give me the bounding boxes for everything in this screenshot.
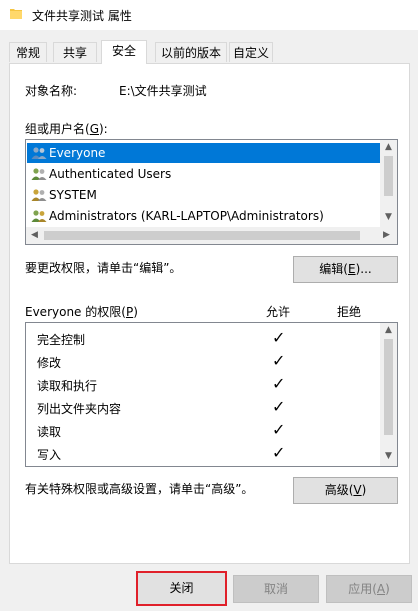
title-bar: 文件共享测试 属性	[0, 0, 418, 30]
allow-check-icon: ✓	[272, 397, 286, 416]
cancel-button[interactable]: 取消	[233, 575, 319, 603]
object-name-label: 对象名称:	[25, 84, 78, 98]
tab-bar: 常规 共享 安全 以前的版本 自定义	[9, 40, 409, 64]
permission-name: 写入	[37, 448, 62, 462]
scrollbar-thumb[interactable]	[384, 339, 393, 435]
scrollbar-thumb[interactable]	[384, 156, 393, 196]
permissions-vertical-scrollbar[interactable]: ▲ ▼	[380, 323, 397, 466]
users-group-icon	[31, 189, 47, 201]
scroll-left-arrow-icon[interactable]: ◀	[26, 230, 43, 240]
permissions-list[interactable]: 完全控制 ✓ 修改 ✓ 读取和执行 ✓ 列出文件夹内容 ✓ 读取 ✓ 写入 ✓ …	[25, 322, 398, 467]
allow-column-header: 允许	[266, 305, 291, 319]
permission-name: 修改	[37, 356, 62, 370]
list-item-user[interactable]: Everyone	[27, 143, 380, 163]
scroll-down-arrow-icon[interactable]: ▼	[380, 451, 397, 461]
permission-name: 完全控制	[37, 333, 86, 347]
scroll-up-arrow-icon[interactable]: ▲	[380, 142, 397, 152]
users-group-icon	[31, 168, 47, 180]
scroll-up-arrow-icon[interactable]: ▲	[380, 325, 397, 335]
permission-name: 读取	[37, 425, 62, 439]
users-horizontal-scrollbar[interactable]: ◀ ▶	[26, 227, 397, 244]
allow-check-icon: ✓	[272, 351, 286, 370]
apply-button[interactable]: 应用(A)	[326, 575, 412, 603]
scroll-right-arrow-icon[interactable]: ▶	[378, 230, 395, 240]
change-permissions-hint: 要更改权限，请单击“编辑”。	[25, 261, 182, 275]
security-panel: 对象名称: E:\文件共享测试 组或用户名(G): Everyone Authe…	[9, 63, 410, 564]
allow-check-icon: ✓	[272, 420, 286, 439]
list-item-user[interactable]: SYSTEM	[27, 185, 380, 205]
users-group-icon	[31, 147, 47, 159]
user-name: Authenticated Users	[49, 167, 172, 181]
tab-security[interactable]: 安全	[101, 40, 147, 64]
group-label: 组或用户名(G):	[25, 122, 108, 136]
advanced-button[interactable]: 高级(V)	[293, 477, 398, 504]
allow-check-icon: ✓	[272, 443, 286, 462]
allow-check-icon: ✓	[272, 328, 286, 347]
allow-check-icon: ✓	[272, 374, 286, 393]
object-name-value: E:\文件共享测试	[119, 84, 207, 98]
close-button[interactable]: 关闭	[136, 571, 227, 606]
user-name: Administrators (KARL-LAPTOP\Administrato…	[49, 209, 324, 223]
list-item-user[interactable]: Authenticated Users	[27, 164, 380, 184]
list-item-user[interactable]: Administrators (KARL-LAPTOP\Administrato…	[27, 206, 380, 226]
scrollbar-thumb[interactable]	[44, 231, 360, 240]
tab-general[interactable]: 常规	[9, 42, 47, 62]
scroll-down-arrow-icon[interactable]: ▼	[380, 212, 397, 222]
edit-button[interactable]: 编辑(E)...	[293, 256, 398, 283]
users-vertical-scrollbar[interactable]: ▲ ▼	[380, 140, 397, 227]
permission-name: 列出文件夹内容	[37, 402, 122, 416]
window-title: 文件共享测试 属性	[32, 9, 132, 23]
tab-previous-versions[interactable]: 以前的版本	[155, 42, 227, 62]
folder-icon	[10, 9, 22, 19]
user-name: SYSTEM	[49, 188, 97, 202]
user-name: Everyone	[49, 146, 106, 160]
advanced-hint: 有关特殊权限或高级设置，请单击“高级”。	[25, 482, 254, 496]
users-group-icon	[31, 210, 47, 222]
deny-column-header: 拒绝	[337, 305, 362, 319]
tab-sharing[interactable]: 共享	[53, 42, 97, 62]
permissions-header: Everyone 的权限(P)	[25, 305, 138, 319]
permission-name: 读取和执行	[37, 379, 98, 393]
tab-customize[interactable]: 自定义	[229, 42, 273, 62]
users-listbox[interactable]: Everyone Authenticated Users SYSTEM Admi…	[25, 139, 398, 245]
